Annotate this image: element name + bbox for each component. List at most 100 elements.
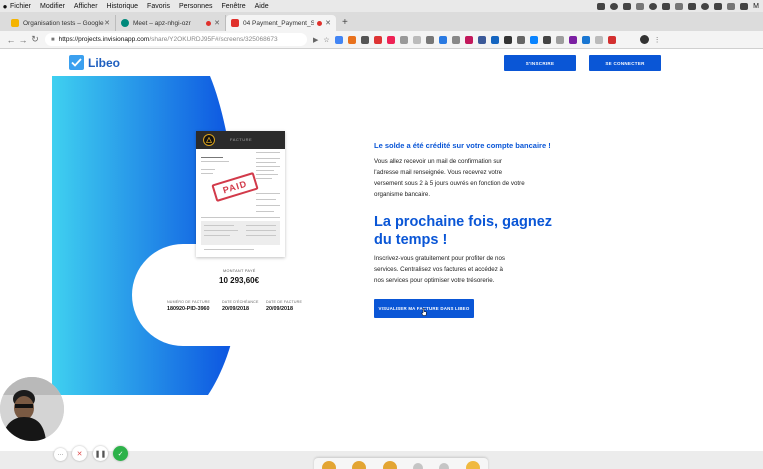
back-icon[interactable]: ← (5, 35, 17, 45)
invoice-line (256, 152, 280, 153)
wifi-icon[interactable] (714, 2, 723, 10)
menu-afficher[interactable]: Afficher (74, 3, 98, 10)
extension-icon[interactable] (334, 35, 343, 44)
menu-aide[interactable]: Aide (255, 3, 269, 10)
menu-historique[interactable]: Historique (107, 3, 139, 10)
meta-value: 20/09/2018 (266, 306, 293, 312)
login-button[interactable]: SE CONNECTER (589, 55, 661, 71)
tab-meet[interactable]: Meet – apz-nhgi-ozr ✕ (116, 15, 226, 31)
menu-modifier[interactable]: Modifier (40, 3, 65, 10)
hero-white-panel (183, 244, 323, 346)
invoice-header: FACTURE (196, 131, 285, 149)
prototype-page: Libeo S'INSCRIRE SE CONNECTER FACTURE PA… (0, 49, 763, 469)
text-line: versement sous 2 à 5 jours ouvrés en fon… (374, 180, 525, 187)
invoice-line (204, 225, 234, 226)
close-icon[interactable]: ✕ (104, 19, 110, 27)
apple-icon[interactable]: ● (0, 2, 10, 11)
extension-icon[interactable] (477, 35, 486, 44)
extension-icon[interactable] (594, 35, 603, 44)
extension-icon[interactable] (360, 35, 369, 44)
menubar-status-area: M (597, 2, 763, 10)
clock-icon[interactable] (649, 2, 658, 10)
signup-button[interactable]: S'INSCRIRE (504, 55, 576, 71)
close-icon[interactable]: ✕ (325, 19, 331, 27)
invoice-line (204, 249, 254, 250)
star-icon[interactable]: ☆ (323, 36, 329, 44)
dock-app-icon[interactable] (465, 461, 480, 469)
cloud-icon[interactable] (623, 2, 632, 10)
camera-icon[interactable] (688, 2, 697, 10)
invoice-date: DATE DE FACTURE 20/09/2018 (266, 300, 302, 312)
extension-icon[interactable] (451, 35, 460, 44)
mic-icon[interactable] (597, 2, 606, 10)
paid-stamp-text: PAID (221, 178, 249, 196)
tab-organisation-tests[interactable]: Organisation tests – Google Sh ✕ (6, 15, 116, 31)
extension-icon[interactable] (555, 35, 564, 44)
extension-icon[interactable] (581, 35, 590, 44)
extension-icon[interactable] (386, 35, 395, 44)
bluetooth-icon[interactable] (701, 2, 710, 10)
extension-icon[interactable] (347, 35, 356, 44)
libeo-logo[interactable]: Libeo (69, 55, 120, 70)
dock-app-icon[interactable] (382, 461, 397, 469)
battery-icon[interactable] (740, 2, 749, 10)
extension-icon[interactable] (516, 35, 525, 44)
extension-icon[interactable] (568, 35, 577, 44)
dropbox-icon[interactable] (675, 2, 684, 10)
extension-icon[interactable] (438, 35, 447, 44)
extension-icon[interactable] (542, 35, 551, 44)
invoice-line (246, 225, 276, 226)
extension-icon[interactable] (464, 35, 473, 44)
recorder-done-button[interactable]: ✓ (113, 446, 128, 461)
text-line: services. Centralisez vos factures et ac… (374, 266, 503, 273)
dock-app-icon[interactable] (413, 463, 424, 469)
extensions-area: ▶ ☆ ⋮ (313, 35, 661, 44)
extension-icon[interactable] (503, 35, 512, 44)
extension-icon[interactable] (399, 35, 408, 44)
tab-payment-success[interactable]: 04 Payment_Payment_Suc ✕ (226, 15, 336, 31)
upload-icon[interactable] (636, 2, 645, 10)
invoice-head-label: FACTURE (230, 137, 253, 142)
text-line: Inscrivez-vous gratuitement pour profite… (374, 255, 506, 262)
invoice-line (256, 205, 280, 206)
menu-favoris[interactable]: Favoris (147, 3, 170, 10)
invoice-line (256, 158, 280, 159)
dock-app-icon[interactable] (322, 461, 337, 469)
menu-fenetre[interactable]: Fenêtre (221, 3, 245, 10)
volume-icon[interactable] (727, 2, 736, 10)
close-icon[interactable]: ✕ (214, 19, 220, 27)
invoice-line (201, 173, 213, 174)
recorder-options-button[interactable]: ··· (54, 448, 67, 461)
dock-app-icon[interactable] (439, 463, 450, 469)
extension-icon[interactable] (490, 35, 499, 44)
extension-icon[interactable] (373, 35, 382, 44)
dock-app-icon[interactable] (352, 461, 367, 469)
new-tab-button[interactable]: + (342, 15, 348, 31)
reload-icon[interactable]: ↻ (29, 34, 41, 45)
extension-icon[interactable] (425, 35, 434, 44)
hand-cursor-icon (421, 308, 427, 316)
url-host: https://projects.invisionapp.com (58, 36, 150, 43)
meta-value: 20/09/2018 (222, 306, 249, 312)
tab-title: Organisation tests – Google Sh (23, 19, 104, 27)
invoice-line (201, 161, 229, 162)
menu-fichier[interactable]: Fichier (10, 3, 31, 10)
menu-dots-icon[interactable]: ⋮ (654, 36, 661, 44)
menu-personnes[interactable]: Personnes (179, 3, 212, 10)
video-icon[interactable]: ▶ (313, 36, 318, 44)
recording-icon (317, 20, 323, 26)
address-bar[interactable]: ■ https://projects.invisionapp.com/share… (45, 33, 307, 46)
record-icon[interactable] (610, 2, 619, 10)
forward-icon[interactable]: → (17, 35, 29, 45)
extension-icon[interactable] (412, 35, 421, 44)
recorder-pause-button[interactable]: ❚❚ (93, 446, 108, 461)
webcam-bubble[interactable] (0, 377, 64, 441)
text-line: Vous allez recevoir un mail de confirmat… (374, 158, 502, 165)
display-icon[interactable] (662, 2, 671, 10)
due-date: DATE D'ÉCHÉANCE 20/09/2018 (222, 300, 259, 312)
profile-avatar[interactable] (639, 35, 649, 44)
extension-icon[interactable] (607, 35, 616, 44)
extension-icon[interactable] (529, 35, 538, 44)
recorder-cancel-button[interactable]: ✕ (72, 446, 87, 461)
user-initial[interactable]: M (753, 3, 759, 10)
